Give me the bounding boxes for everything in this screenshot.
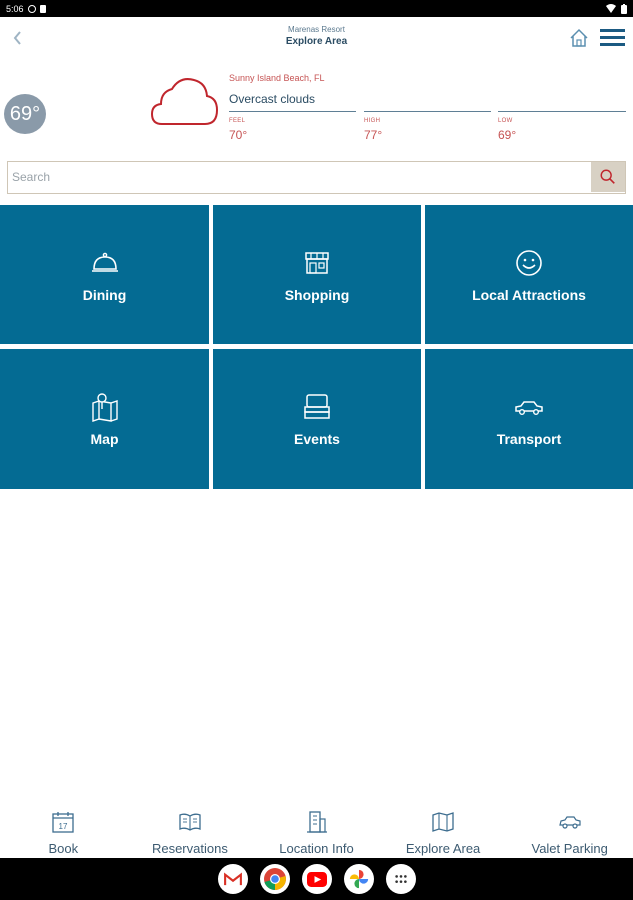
car-icon bbox=[515, 401, 543, 416]
storefront-icon bbox=[305, 251, 329, 274]
app-header: Marenas Resort Explore Area bbox=[0, 17, 633, 61]
youtube-icon bbox=[306, 871, 327, 887]
nav-item-explore-area[interactable]: Explore Area bbox=[380, 805, 507, 858]
status-bar: 5:06 bbox=[0, 0, 633, 17]
tile-local-attractions[interactable]: Local Attractions bbox=[425, 205, 633, 344]
photos-icon bbox=[349, 869, 368, 889]
tile-label: Map bbox=[90, 431, 119, 447]
chrome-app[interactable] bbox=[259, 864, 290, 894]
map-icon bbox=[432, 812, 454, 832]
chrome-icon bbox=[263, 868, 286, 890]
tile-label: Events bbox=[294, 431, 340, 447]
page-title: Explore Area bbox=[285, 36, 348, 47]
nav-label: Reservations bbox=[151, 841, 228, 856]
tile-label: Dining bbox=[82, 286, 127, 303]
search-bar bbox=[7, 161, 626, 194]
valet-car-icon bbox=[558, 816, 581, 829]
system-dock bbox=[0, 858, 633, 900]
nav-item-valet-parking[interactable]: Valet Parking bbox=[506, 805, 633, 858]
divider bbox=[498, 111, 626, 112]
current-temperature-badge: 69° bbox=[4, 94, 46, 134]
stage-icon bbox=[304, 394, 330, 419]
app-drawer-button[interactable] bbox=[385, 864, 416, 894]
home-button[interactable] bbox=[568, 27, 590, 49]
tile-dining[interactable]: Dining bbox=[0, 205, 209, 344]
header-titles: Marenas Resort Explore Area bbox=[0, 25, 633, 48]
tile-label: Local Attractions bbox=[472, 286, 586, 303]
notification-icon bbox=[27, 4, 36, 13]
tile-label: Transport bbox=[496, 431, 562, 447]
wifi-icon bbox=[606, 4, 616, 13]
divider bbox=[229, 111, 356, 112]
menu-button[interactable] bbox=[599, 27, 626, 49]
map-pin-icon bbox=[91, 393, 118, 422]
nav-item-location-info[interactable]: Location Info bbox=[253, 805, 380, 858]
nav-label: Explore Area bbox=[405, 841, 481, 856]
search-icon bbox=[600, 169, 615, 184]
calendar-icon: 17 bbox=[52, 812, 74, 833]
hamburger-menu-icon bbox=[600, 29, 625, 46]
smiley-icon bbox=[516, 249, 542, 276]
tile-transport[interactable]: Transport bbox=[425, 349, 633, 489]
gmail-icon bbox=[223, 872, 242, 886]
gmail-app[interactable] bbox=[217, 864, 248, 894]
high-value: 77° bbox=[364, 128, 383, 142]
bottom-nav: 17 Book Reservations Location Info Explo… bbox=[0, 805, 633, 858]
low-value: 69° bbox=[498, 128, 517, 142]
sim-icon bbox=[39, 4, 46, 13]
high-label: HIGH bbox=[364, 118, 381, 124]
calendar-day: 17 bbox=[59, 822, 68, 831]
open-book-icon bbox=[179, 813, 201, 831]
nav-label: Valet Parking bbox=[531, 841, 608, 856]
nav-item-reservations[interactable]: Reservations bbox=[127, 805, 254, 858]
cloud-icon bbox=[150, 78, 219, 125]
youtube-app[interactable] bbox=[301, 864, 332, 894]
battery-icon bbox=[621, 3, 627, 14]
photos-app[interactable] bbox=[343, 864, 374, 894]
nav-item-book[interactable]: 17 Book bbox=[0, 805, 127, 858]
nav-label: Book bbox=[48, 841, 79, 856]
search-input[interactable] bbox=[8, 162, 592, 192]
tile-label: Shopping bbox=[284, 286, 350, 303]
cloche-icon bbox=[91, 252, 118, 272]
app-drawer-icon bbox=[394, 875, 407, 883]
divider bbox=[364, 111, 491, 112]
weather-location: Sunny Island Beach, FL bbox=[229, 73, 325, 83]
building-icon bbox=[307, 811, 328, 833]
nav-label: Location Info bbox=[279, 841, 354, 856]
weather-condition: Overcast clouds bbox=[229, 92, 316, 106]
feels-label: FEEL bbox=[229, 118, 246, 124]
tile-events[interactable]: Events bbox=[213, 349, 421, 489]
tile-map[interactable]: Map bbox=[0, 349, 209, 489]
feels-value: 70° bbox=[229, 128, 248, 142]
home-icon bbox=[570, 28, 588, 47]
resort-name: Marenas Resort bbox=[288, 25, 345, 34]
search-button[interactable] bbox=[591, 162, 625, 192]
status-time: 5:06 bbox=[6, 3, 24, 14]
low-label: LOW bbox=[498, 118, 513, 124]
tile-shopping[interactable]: Shopping bbox=[213, 205, 421, 344]
